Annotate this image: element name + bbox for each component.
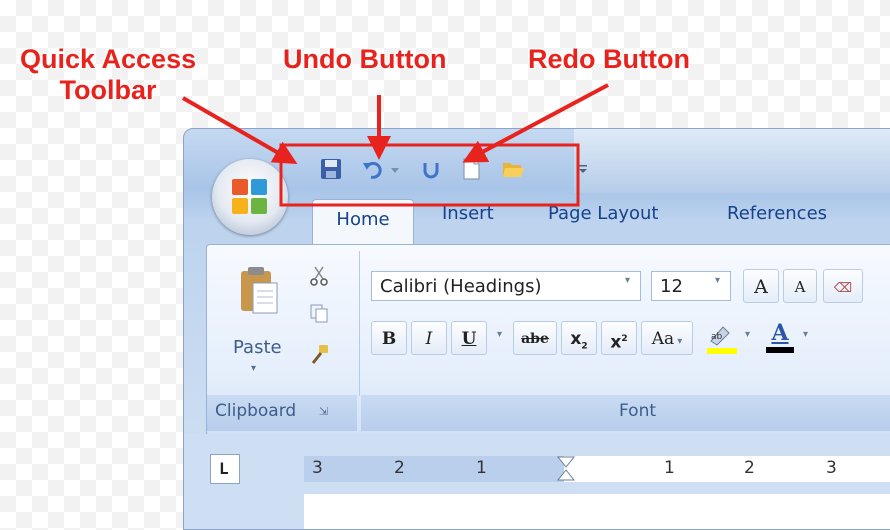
ruler-number: 2 <box>744 458 755 478</box>
change-case-button[interactable]: Aa ▾ <box>641 321 693 355</box>
font-name-input[interactable]: Calibri (Headings) <box>371 271 641 301</box>
highlight-dropdown-icon[interactable]: ▾ <box>745 329 750 340</box>
subscript-button[interactable]: x2 <box>561 321 597 355</box>
tab-selector-button[interactable]: L <box>210 454 240 484</box>
font-color-swatch <box>766 347 794 353</box>
font-group-label: Font <box>619 401 657 421</box>
redo-button-callout: Redo Button <box>528 44 690 74</box>
undo-icon[interactable] <box>361 157 385 181</box>
office-button[interactable] <box>212 159 288 235</box>
customize-dropdown-icon[interactable] <box>577 157 589 181</box>
ruler-number: 3 <box>826 458 837 478</box>
ruler-area: L 3 2 1 1 2 3 <box>184 434 890 529</box>
font-name-dropdown-icon[interactable]: ▾ <box>625 275 630 286</box>
subscript-label: x <box>570 329 582 349</box>
paste-dropdown-icon[interactable]: ▾ <box>251 363 256 374</box>
paste-icon[interactable] <box>237 265 281 315</box>
indent-marker-icon[interactable] <box>556 456 576 482</box>
ruler-number: 1 <box>664 458 675 478</box>
format-painter-icon[interactable] <box>307 343 331 367</box>
font-color-dropdown-icon[interactable]: ▾ <box>803 329 808 340</box>
undo-button-callout: Undo Button <box>283 44 447 74</box>
superscript-label: x <box>610 332 622 353</box>
word-window: Home Insert Page Layout References Paste… <box>183 128 890 530</box>
strikethrough-button[interactable]: abe <box>513 321 557 355</box>
underline-dropdown-icon[interactable]: ▾ <box>497 329 502 340</box>
shrink-font-button[interactable]: A <box>783 269 817 303</box>
paste-button[interactable]: Paste <box>233 337 282 358</box>
clipboard-dialog-launcher-icon[interactable]: ⇲ <box>319 405 328 418</box>
highlight-color-icon[interactable]: ab <box>705 323 739 355</box>
superscript-button[interactable]: x2 <box>601 321 637 355</box>
cut-icon[interactable] <box>309 265 329 287</box>
svg-text:ab: ab <box>711 332 723 342</box>
dropdown-arrow-icon[interactable] <box>389 157 401 181</box>
title-bar <box>574 129 890 193</box>
underline-button[interactable]: U <box>451 321 487 355</box>
quick-access-toolbar <box>279 147 587 193</box>
ruler-number: 3 <box>312 458 323 478</box>
save-icon[interactable] <box>319 157 343 181</box>
horizontal-ruler[interactable]: 3 2 1 1 2 3 <box>304 456 890 482</box>
copy-icon[interactable] <box>309 303 329 323</box>
quick-access-callout-text: Quick Access Toolbar <box>20 44 197 105</box>
font-color-button[interactable]: A <box>763 321 797 355</box>
left-tab-icon: L <box>219 459 229 478</box>
tab-page-layout[interactable]: Page Layout <box>548 203 659 224</box>
font-color-label: A <box>771 320 789 346</box>
clear-formatting-icon: ⌫ <box>833 281 853 296</box>
font-size-dropdown-icon[interactable]: ▾ <box>715 275 720 286</box>
grow-font-button[interactable]: A <box>743 269 779 303</box>
ribbon: Paste ▾ Clipboard ⇲ Calibri (Headings) ▾… <box>206 244 890 436</box>
clipboard-group-label: Clipboard <box>215 401 297 421</box>
document-page[interactable] <box>304 494 890 529</box>
bold-button[interactable]: B <box>371 321 407 355</box>
ruler-number: 1 <box>476 458 487 478</box>
group-separator <box>359 251 360 396</box>
italic-button[interactable]: I <box>411 321 447 355</box>
tab-insert[interactable]: Insert <box>442 203 494 224</box>
tab-references[interactable]: References <box>727 203 827 224</box>
ruler-number: 2 <box>394 458 405 478</box>
redo-icon[interactable] <box>419 157 443 181</box>
tab-home[interactable]: Home <box>312 199 414 246</box>
open-folder-icon[interactable] <box>501 157 525 181</box>
change-case-label: Aa <box>651 329 675 349</box>
clear-formatting-button[interactable]: ⌫ <box>823 269 863 303</box>
quick-access-toolbar-callout: Quick Access Toolbar <box>20 44 196 106</box>
new-document-icon[interactable] <box>459 157 483 181</box>
office-logo-icon <box>232 179 268 215</box>
